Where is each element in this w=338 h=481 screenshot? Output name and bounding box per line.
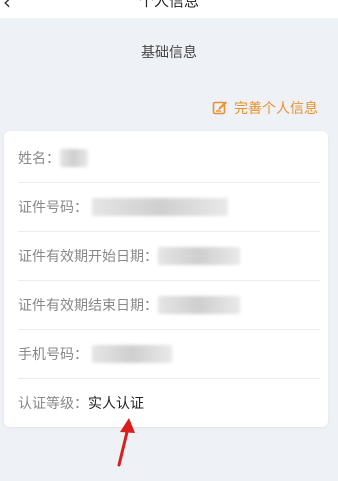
section-title: 基础信息 bbox=[141, 45, 197, 61]
masked-id-number-value bbox=[92, 197, 228, 216]
phone-label: 手机号码： bbox=[18, 346, 88, 363]
info-row-auth-level: 认证等级： 实人认证 bbox=[18, 378, 320, 427]
edit-icon bbox=[212, 101, 227, 115]
info-row-id-end-date: 证件有效期结束日期： bbox=[18, 280, 320, 330]
info-row-id-number: 证件号码： bbox=[18, 182, 320, 232]
name-label: 姓名： bbox=[18, 150, 60, 167]
id-number-label: 证件号码： bbox=[18, 199, 88, 216]
top-navigation-bar: ‹ 个人信息 bbox=[0, 0, 338, 18]
masked-name-value bbox=[60, 148, 88, 167]
info-row-name: 姓名： bbox=[18, 133, 320, 183]
page-title: 个人信息 bbox=[138, 0, 199, 10]
info-card: 姓名： 证件号码： 证件有效期开始日期： 证件有效期结束日期： 手机号码： 认证… bbox=[4, 131, 328, 427]
masked-id-start-date-value bbox=[158, 246, 240, 265]
auth-level-label: 认证等级： bbox=[18, 395, 88, 412]
complete-profile-link[interactable]: 完善个人信息 bbox=[212, 98, 318, 118]
info-row-phone: 手机号码： bbox=[18, 329, 320, 379]
info-row-id-start-date: 证件有效期开始日期： bbox=[18, 231, 320, 281]
id-start-date-label: 证件有效期开始日期： bbox=[18, 248, 158, 265]
masked-phone-value bbox=[92, 344, 172, 363]
complete-profile-label: 完善个人信息 bbox=[234, 101, 318, 117]
id-end-date-label: 证件有效期结束日期： bbox=[18, 297, 158, 314]
red-arrow-annotation bbox=[117, 418, 135, 467]
auth-level-value: 实人认证 bbox=[88, 395, 144, 412]
masked-id-end-date-value bbox=[158, 295, 240, 314]
